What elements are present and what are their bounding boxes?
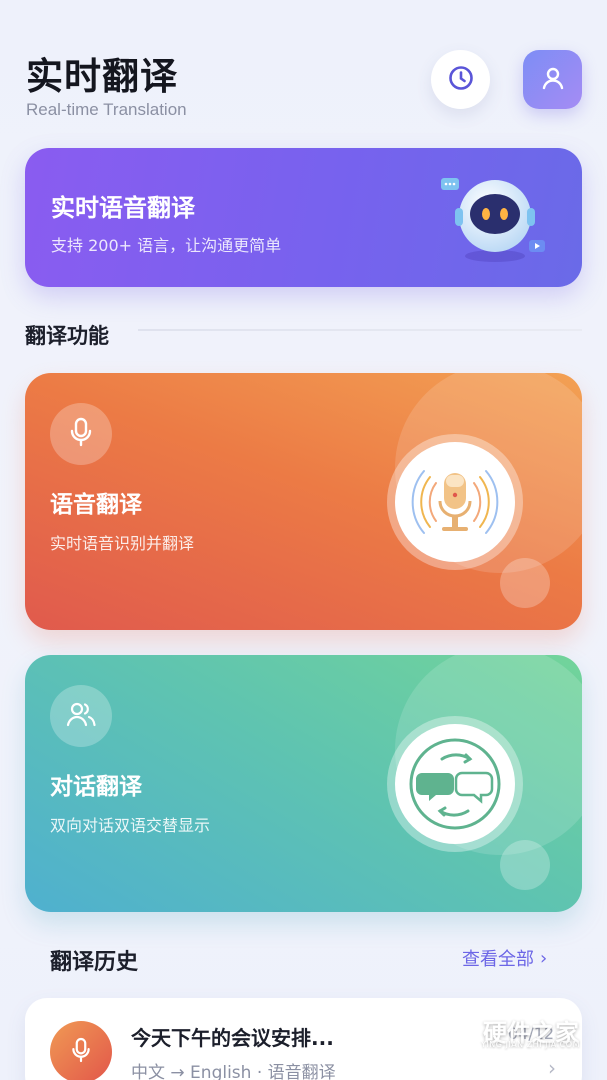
voice-translate-card[interactable]: 语音翻译 实时语音识别并翻译 xyxy=(25,373,582,630)
people-icon xyxy=(66,700,96,732)
banner-title: 实时语音翻译 xyxy=(51,194,195,222)
microphone-badge xyxy=(50,1021,112,1080)
page-subtitle: Real-time Translation xyxy=(26,100,187,119)
voice-card-subtitle: 实时语音识别并翻译 xyxy=(50,534,195,553)
decorative-circle-small xyxy=(500,558,550,608)
features-section-title: 翻译功能 xyxy=(25,324,109,348)
people-badge xyxy=(50,685,112,747)
history-item-text: 今天下午的会议安排... xyxy=(131,1026,334,1050)
voice-card-title: 语音翻译 xyxy=(50,492,142,518)
realtime-voice-banner[interactable]: 实时语音翻译 支持 200+ 语言，让沟通更简单 xyxy=(25,148,582,287)
dialog-translate-card[interactable]: 对话翻译 双向对话双语交替显示 xyxy=(25,655,582,912)
dialog-card-subtitle: 双向对话双语交替显示 xyxy=(50,816,211,835)
page-title: 实时翻译 xyxy=(26,55,178,98)
dialog-card-title: 对话翻译 xyxy=(50,774,142,800)
view-all-link[interactable]: 查看全部 › xyxy=(462,945,547,971)
microphone-icon xyxy=(68,417,94,451)
chat-bubbles-icon xyxy=(409,738,501,830)
section-divider xyxy=(138,329,582,331)
history-button[interactable] xyxy=(431,50,490,109)
user-icon xyxy=(540,65,566,95)
clock-icon xyxy=(448,65,474,95)
view-all-label: 查看全部 xyxy=(462,949,534,970)
chevron-right-icon: › xyxy=(548,1056,556,1080)
watermark: 硬件之家 YING JIAN ZHI JIA.COM xyxy=(437,1008,579,1052)
watermark-subtext: YING JIAN ZHI JIA.COM xyxy=(481,1040,580,1049)
studio-mic-icon xyxy=(411,470,499,534)
microphone-badge xyxy=(50,403,112,465)
microphone-illustration xyxy=(387,434,523,570)
chevron-right-icon: › xyxy=(540,947,548,969)
banner-subtitle: 支持 200+ 语言，让沟通更简单 xyxy=(51,236,282,255)
history-item-meta: 中文 → English · 语音翻译 xyxy=(131,1063,336,1080)
profile-button[interactable] xyxy=(523,50,582,109)
decorative-circle-small xyxy=(500,840,550,890)
robot-icon xyxy=(433,168,553,268)
history-section-title: 翻译历史 xyxy=(50,950,139,975)
dialog-illustration xyxy=(387,716,523,852)
microphone-icon xyxy=(70,1037,92,1067)
watermark-logo-icon xyxy=(438,1008,476,1052)
